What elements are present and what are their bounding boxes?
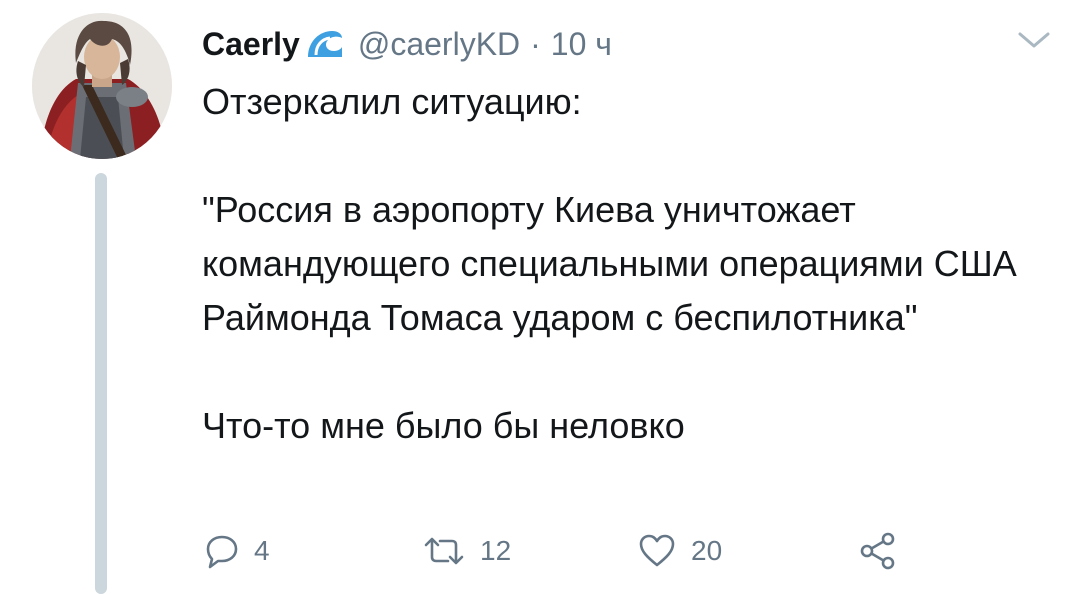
retweet-icon xyxy=(422,533,466,569)
chevron-down-icon[interactable] xyxy=(1016,28,1052,52)
reply-count: 4 xyxy=(254,535,270,566)
retweet-button[interactable]: 12 xyxy=(422,527,511,575)
user-handle[interactable]: @caerlyKD xyxy=(358,26,520,63)
thread-line xyxy=(95,173,107,594)
share-button[interactable] xyxy=(858,527,898,575)
tweet-header: Caerly @caerlyKD · 10 ч xyxy=(202,20,612,68)
heart-icon xyxy=(637,533,677,569)
share-icon xyxy=(858,531,898,571)
like-count: 20 xyxy=(691,535,723,566)
like-button[interactable]: 20 xyxy=(637,527,722,575)
reply-button[interactable]: 4 xyxy=(204,527,270,575)
tweet-timestamp[interactable]: 10 ч xyxy=(551,26,612,63)
tweet-actions: 4 12 20 xyxy=(202,527,1002,575)
display-name[interactable]: Caerly xyxy=(202,26,300,63)
retweet-count: 12 xyxy=(480,535,512,566)
tweet-text: Отзеркалил ситуацию: "Россия в аэропорту… xyxy=(202,81,1017,446)
reply-icon xyxy=(204,533,240,569)
wave-emoji-icon xyxy=(304,29,344,59)
separator-dot: · xyxy=(530,25,541,62)
avatar[interactable] xyxy=(32,13,172,159)
